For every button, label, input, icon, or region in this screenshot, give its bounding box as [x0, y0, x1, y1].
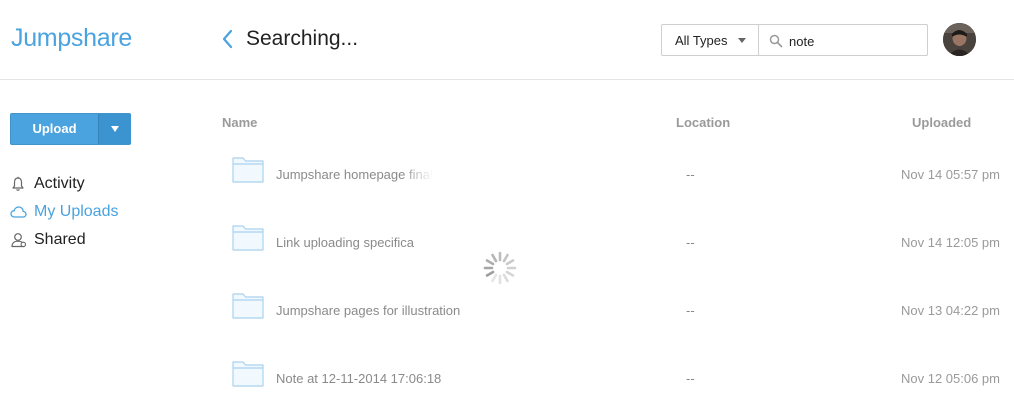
- file-uploaded-date: Nov 14 05:57 pm: [900, 167, 1000, 182]
- file-name: Jumpshare homepage final: [276, 167, 433, 182]
- bell-icon: [12, 176, 24, 191]
- avatar-image: [943, 23, 976, 56]
- upload-label: Upload: [32, 121, 77, 136]
- shared-user-icon: [11, 233, 27, 248]
- search-input[interactable]: [789, 31, 919, 51]
- file-name: Link uploading specifica: [276, 235, 415, 250]
- loading-spinner-icon: [483, 251, 517, 285]
- type-filter-label: All Types: [675, 33, 728, 48]
- caret-down-icon: [111, 126, 119, 132]
- file-location: --: [686, 235, 695, 250]
- sidebar-item-label: Shared: [34, 231, 86, 248]
- user-avatar[interactable]: [943, 23, 976, 56]
- folder-icon: [232, 225, 264, 251]
- app-logo[interactable]: Jumpshare: [11, 24, 132, 53]
- chevron-left-icon: [222, 29, 233, 49]
- file-location: --: [686, 167, 695, 182]
- sidebar-item-label: My Uploads: [34, 203, 119, 220]
- upload-options-toggle[interactable]: [98, 114, 131, 144]
- table-row[interactable]: Note at 12-11-2014 17:06:18 -- Nov 12 05…: [220, 359, 1010, 399]
- top-header: Jumpshare Searching... All Types: [0, 0, 1014, 80]
- folder-icon: [232, 293, 264, 319]
- back-button[interactable]: [218, 28, 238, 50]
- search-box[interactable]: [758, 24, 928, 56]
- cloud-icon: [10, 206, 27, 218]
- search-icon: [769, 34, 783, 48]
- file-location: --: [686, 303, 695, 318]
- file-location: --: [686, 371, 695, 386]
- folder-icon: [232, 361, 264, 387]
- caret-down-icon: [738, 38, 746, 43]
- page-title: Searching...: [246, 27, 359, 50]
- folder-icon: [232, 157, 264, 183]
- file-name: Jumpshare pages for illustration: [276, 303, 461, 318]
- table-row[interactable]: Jumpshare pages for illustration -- Nov …: [220, 291, 1010, 331]
- table-row[interactable]: Link uploading specifica -- Nov 14 12:05…: [220, 223, 1010, 263]
- file-uploaded-date: Nov 13 04:22 pm: [900, 303, 1000, 318]
- file-uploaded-date: Nov 14 12:05 pm: [900, 235, 1000, 250]
- type-filter-dropdown[interactable]: All Types: [661, 24, 759, 56]
- file-name: Note at 12-11-2014 17:06:18: [276, 371, 442, 386]
- table-row[interactable]: Jumpshare homepage final -- Nov 14 05:57…: [220, 155, 1010, 195]
- column-header-name[interactable]: Name: [222, 115, 257, 130]
- column-header-uploaded[interactable]: Uploaded: [912, 115, 971, 130]
- upload-button[interactable]: Upload: [10, 113, 131, 145]
- sidebar-item-label: Activity: [34, 175, 85, 192]
- column-header-location[interactable]: Location: [676, 115, 730, 130]
- file-uploaded-date: Nov 12 05:06 pm: [900, 371, 1000, 386]
